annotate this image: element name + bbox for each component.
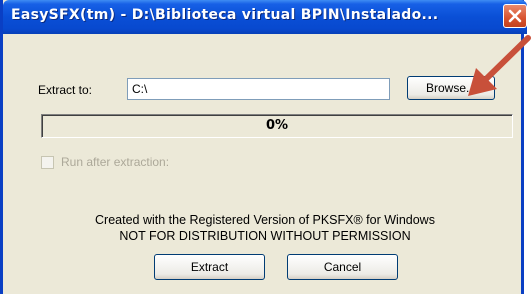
annotation-arrow-icon: [468, 35, 531, 96]
